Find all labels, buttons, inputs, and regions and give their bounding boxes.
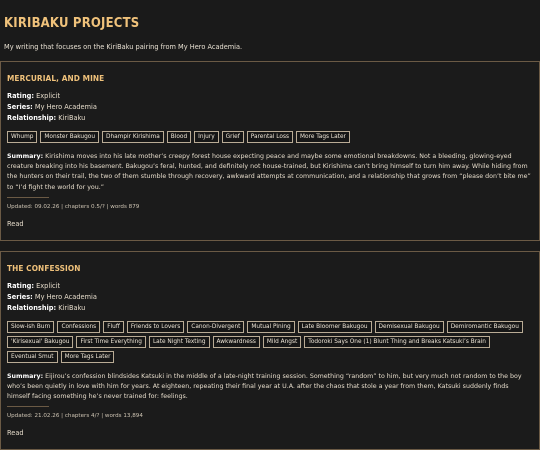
relationship-label: Relationship: bbox=[7, 114, 57, 122]
tag[interactable]: Fluff bbox=[103, 320, 124, 333]
tag[interactable]: Late Night Texting bbox=[148, 335, 210, 348]
work-relationship: Relationship: KiriBaku bbox=[7, 303, 533, 314]
tag[interactable]: Slow-ish Burn bbox=[7, 320, 55, 333]
read-link[interactable]: Read bbox=[7, 220, 24, 228]
series-label: Series: bbox=[7, 292, 33, 301]
rating-label: Rating: bbox=[7, 281, 34, 290]
tag[interactable]: Demiromantic Bakugou bbox=[446, 320, 523, 333]
tag[interactable]: Canon-Divergent bbox=[187, 320, 245, 333]
relationship-value: KiriBaku bbox=[58, 114, 86, 122]
tag[interactable]: Monster Bakugou bbox=[40, 131, 100, 143]
work-summary: Summary: Eijirou’s confession blindsides… bbox=[7, 372, 533, 403]
tag[interactable]: First Time Everything bbox=[76, 335, 146, 348]
tag[interactable]: More Tags Later bbox=[296, 131, 350, 143]
divider bbox=[7, 406, 49, 408]
tag[interactable]: Mutual Pining bbox=[247, 320, 295, 333]
work-updated: Updated: 09.02.26 | chapters 0.5/? | wor… bbox=[7, 203, 140, 210]
tag[interactable]: Mild Angst bbox=[262, 335, 302, 348]
read-link[interactable]: Read bbox=[7, 429, 24, 437]
work-updated: Updated: 21.02.26 | chapters 4/? | words… bbox=[7, 413, 143, 420]
work-rating: Rating: Explicit bbox=[7, 91, 533, 102]
tag[interactable]: Demisexual Bakugou bbox=[374, 320, 444, 333]
work-series: Series: My Hero Academia bbox=[7, 102, 533, 113]
tag[interactable]: Whump bbox=[7, 131, 38, 143]
work-summary: Summary: Kirishima moves into his late m… bbox=[7, 152, 533, 193]
work-relationship: Relationship: KiriBaku bbox=[7, 113, 533, 124]
page: KIRIBAKU PROJECTS My writing that focuse… bbox=[0, 0, 540, 450]
tag[interactable]: Injury bbox=[194, 131, 219, 143]
tag[interactable]: Parental Loss bbox=[246, 131, 294, 143]
tag[interactable]: Blood bbox=[166, 131, 192, 143]
tag[interactable]: 'Kirisexual' Bakugou bbox=[7, 335, 74, 348]
summary-label: Summary: bbox=[7, 372, 44, 380]
tag[interactable]: Confessions bbox=[57, 320, 101, 333]
tag[interactable]: Friends to Lovers bbox=[126, 320, 185, 333]
rating-label: Rating: bbox=[7, 92, 34, 100]
tag[interactable]: Late Bloomer Bakugou bbox=[297, 320, 372, 333]
tag[interactable]: Awkwardness bbox=[212, 335, 260, 348]
site-description: My writing that focuses on the KiriBaku … bbox=[4, 43, 243, 51]
relationship-label: Relationship: bbox=[7, 303, 57, 312]
series-label: Series: bbox=[7, 103, 33, 111]
work-card: MERCURIAL, AND MINE Rating: Explicit Ser… bbox=[0, 61, 540, 241]
work-card: THE CONFESSION Rating: Explicit Series: … bbox=[0, 250, 540, 450]
rating-value: Explicit bbox=[36, 281, 61, 290]
summary-text: Kirishima moves into his late mother’s c… bbox=[7, 153, 531, 191]
summary-text: Eijirou’s confession blindsides Katsuki … bbox=[7, 372, 522, 401]
summary-label: Summary: bbox=[7, 153, 44, 160]
series-value: My Hero Academia bbox=[34, 103, 97, 111]
divider bbox=[7, 196, 49, 198]
tag[interactable]: Todoroki Says One (1) Blunt Thing and Br… bbox=[304, 335, 490, 348]
rating-value: Explicit bbox=[36, 92, 61, 100]
tag[interactable]: Grief bbox=[221, 131, 244, 143]
tag[interactable]: More Tags Later bbox=[60, 350, 115, 363]
work-title: THE CONFESSION bbox=[7, 262, 81, 273]
tag[interactable]: Eventual Smut bbox=[7, 350, 58, 363]
site-title: KIRIBAKU PROJECTS bbox=[4, 16, 140, 31]
work-title: MERCURIAL, AND MINE bbox=[7, 73, 105, 83]
series-value: My Hero Academia bbox=[34, 292, 97, 301]
tag-list: Slow-ish Burn Confessions Fluff Friends … bbox=[7, 320, 533, 363]
work-series: Series: My Hero Academia bbox=[7, 292, 533, 303]
tag-list: Whump Monster Bakugou Dhampir Kirishima … bbox=[7, 131, 533, 143]
tag[interactable]: Dhampir Kirishima bbox=[102, 131, 164, 143]
relationship-value: KiriBaku bbox=[58, 303, 86, 312]
work-rating: Rating: Explicit bbox=[7, 281, 533, 292]
